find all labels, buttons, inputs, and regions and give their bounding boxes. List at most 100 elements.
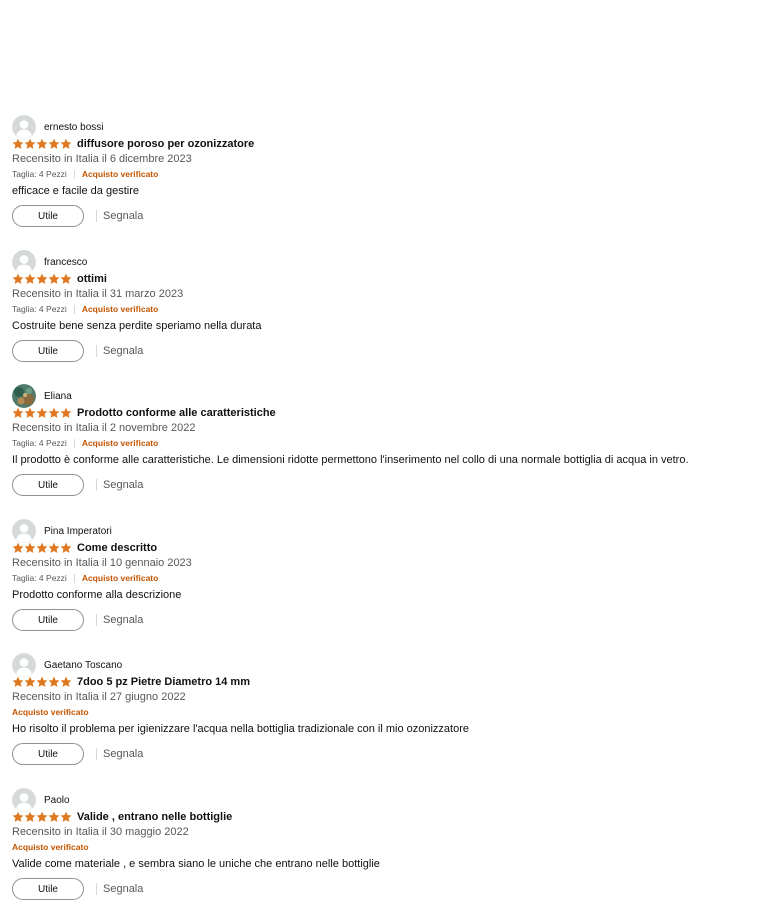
profile-avatar-icon[interactable] [12,115,36,139]
review-item: ottimiRecensito in Italia il 9 gennaio 2… [12,0,752,22]
star-rating[interactable] [12,273,72,285]
divider [73,304,75,314]
star-icon [60,407,72,418]
helpful-button[interactable]: Utile [12,205,84,227]
divider [73,169,75,179]
helpful-button[interactable]: Utile [12,340,84,362]
review-date: Recensito in Italia il 10 gennaio 2023 [12,557,192,569]
review-title[interactable]: Come descritto [77,542,157,554]
review-title-row[interactable]: diffusore poroso per ozonizzatore [12,137,254,151]
reviewer-name[interactable]: francesco [44,257,87,268]
verified-purchase-badge: Acquisto verificato [81,304,159,314]
divider [96,614,97,626]
review-actions: Utile Segnala [12,877,143,901]
review-actions: Utile Segnala [12,608,143,632]
helpful-button[interactable]: Utile [12,474,84,496]
review-meta: Taglia: 4 Pezzi Acquisto verificato [12,438,158,448]
star-rating[interactable] [12,407,72,419]
profile-avatar-icon[interactable] [12,250,36,274]
helpful-button[interactable]: Utile [12,609,84,631]
star-icon [60,273,72,284]
review-item: Gaetano Toscano 7doo 5 pz Pietre Diametro… [12,653,752,787]
star-icon [24,407,36,418]
profile-avatar-icon[interactable] [12,653,36,677]
divider [96,345,97,357]
review-title-row[interactable]: 7doo 5 pz Pietre Diametro 14 mm [12,675,250,689]
reviewer-profile[interactable]: francesco [12,250,87,274]
product-variant: Taglia: 4 Pezzi [12,573,67,583]
profile-photo[interactable] [12,384,36,408]
reviewer-name[interactable]: ernesto bossi [44,122,103,133]
star-icon [24,542,36,553]
star-icon [48,138,60,149]
star-icon [36,138,48,149]
report-link[interactable]: Segnala [103,210,143,222]
review-meta: Acquisto verificato [12,707,89,717]
helpful-button[interactable]: Utile [12,878,84,900]
verified-purchase-badge: Acquisto verificato [81,438,159,448]
reviewer-profile[interactable]: ernesto bossi [12,115,103,139]
review-actions: Utile Segnala [12,204,143,228]
review-title-row[interactable]: Prodotto conforme alle caratteristiche [12,406,276,420]
review-title-row[interactable]: ottimi [12,272,107,286]
reviewer-name[interactable]: Gaetano Toscano [44,660,122,671]
divider [96,210,97,222]
review-body: Prodotto conforme alla descrizione [12,589,182,601]
star-icon [36,273,48,284]
review-item: Eliana Prodotto conforme alle caratterist… [12,384,752,518]
helpful-button[interactable]: Utile [12,743,84,765]
review-title[interactable]: Prodotto conforme alle caratteristiche [77,407,276,419]
star-icon [48,273,60,284]
review-title[interactable]: 7doo 5 pz Pietre Diametro 14 mm [77,676,250,688]
review-title-row[interactable]: Come descritto [12,541,157,555]
star-icon [36,407,48,418]
verified-purchase-badge: Acquisto verificato [12,707,89,717]
review-item: Paolo Valide , entrano nelle bottiglie Rec… [12,788,752,922]
reviewer-profile[interactable]: Eliana [12,384,72,408]
star-icon [36,811,48,822]
review-title-row[interactable]: Valide , entrano nelle bottiglie [12,810,232,824]
reviewer-name[interactable]: Eliana [44,391,72,402]
report-link[interactable]: Segnala [103,748,143,760]
divider [96,479,97,491]
star-icon [12,811,24,822]
review-item: ernesto bossi diffusore poroso per ozoniz… [12,115,752,249]
star-icon [48,811,60,822]
star-rating[interactable] [12,542,72,554]
verified-purchase-badge: Acquisto verificato [81,169,159,179]
report-link[interactable]: Segnala [103,614,143,626]
star-icon [24,811,36,822]
review-body: Costruite bene senza perdite speriamo ne… [12,320,262,332]
review-meta: Taglia: 4 Pezzi Acquisto verificato [12,169,158,179]
reviewer-profile[interactable]: Pina Imperatori [12,519,112,543]
review-meta: Acquisto verificato [12,842,89,852]
review-title[interactable]: ottimi [77,273,107,285]
profile-avatar-icon[interactable] [12,519,36,543]
reviewer-name[interactable]: Pina Imperatori [44,526,112,537]
reviewer-profile[interactable]: Paolo [12,788,70,812]
reviewer-name[interactable]: Paolo [44,795,70,806]
review-item: Pina Imperatori Come descritto Recensito i… [12,519,752,653]
review-body: efficace e facile da gestire [12,185,139,197]
review-date: Recensito in Italia il 2 novembre 2022 [12,422,196,434]
star-icon [24,138,36,149]
divider [96,883,97,895]
star-rating[interactable] [12,676,72,688]
star-icon [12,407,24,418]
star-icon [36,542,48,553]
star-icon [12,542,24,553]
review-title[interactable]: Valide , entrano nelle bottiglie [77,811,232,823]
review-title[interactable]: diffusore poroso per ozonizzatore [77,138,254,150]
verified-purchase-badge: Acquisto verificato [12,842,89,852]
report-link[interactable]: Segnala [103,883,143,895]
review-body: Valide come materiale , e sembra siano l… [12,858,380,870]
star-rating[interactable] [12,138,72,150]
reviewer-profile[interactable]: Gaetano Toscano [12,653,122,677]
report-link[interactable]: Segnala [103,345,143,357]
profile-avatar-icon[interactable] [12,788,36,812]
divider [73,438,75,448]
star-rating[interactable] [12,811,72,823]
report-link[interactable]: Segnala [103,479,143,491]
divider [73,573,75,583]
review-date: Recensito in Italia il 6 dicembre 2023 [12,153,192,165]
